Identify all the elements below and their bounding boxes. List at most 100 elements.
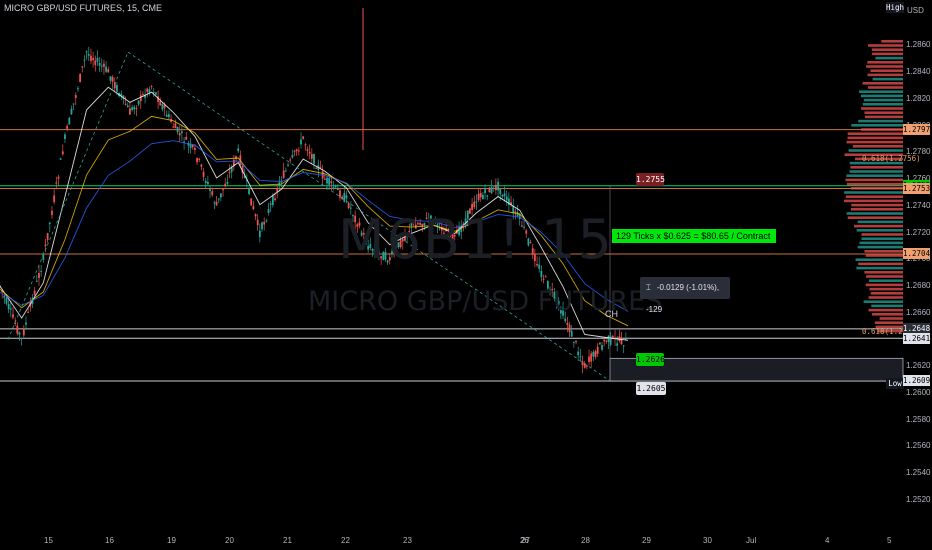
candle-body: [217, 198, 220, 200]
volume-profile-bar: [861, 237, 903, 240]
candle-body: [155, 92, 157, 95]
candle-body: [161, 104, 164, 110]
candle-body: [564, 318, 567, 322]
candle-body: [603, 339, 606, 342]
candle-body: [178, 132, 181, 136]
candle-body: [111, 77, 114, 82]
date-tick-label: 15: [44, 536, 53, 545]
price-tag: 1.2797: [903, 124, 931, 136]
candle-body: [293, 150, 296, 152]
candle-body: [345, 195, 348, 199]
volume-profile-bar: [846, 212, 903, 215]
candle-body: [64, 134, 66, 139]
volume-profile-bar: [861, 128, 903, 131]
candle-body: [304, 144, 307, 146]
date-tick-label: 27: [521, 536, 530, 545]
volume-profile-bar: [851, 124, 903, 127]
candle-body: [22, 328, 25, 336]
volume-profile-bar: [859, 90, 903, 93]
candle-body: [336, 188, 339, 191]
measure-tooltip: ⌶ -0.0129 (-1.01%), -129: [640, 277, 730, 314]
candle-body: [267, 209, 270, 213]
candle-body: [274, 198, 276, 200]
candle-body: [332, 187, 335, 189]
candle-body: [109, 76, 112, 81]
volume-profile-bar: [864, 111, 903, 114]
candle-body: [302, 136, 305, 139]
candle-body: [174, 123, 177, 129]
volume-profile-bar: [865, 254, 903, 257]
candle-body: [590, 353, 593, 362]
candle-body: [306, 149, 309, 151]
candle-body: [176, 126, 179, 133]
candle-body: [343, 192, 346, 202]
volume-profile-bar: [863, 300, 903, 303]
candle-body: [204, 180, 207, 184]
volume-profile-bar: [870, 69, 903, 72]
price-badge-green[interactable]: 1.2626: [636, 353, 665, 366]
candle-body: [271, 195, 274, 205]
price-tick-label: 1.2520: [906, 494, 931, 504]
candle-body: [66, 125, 69, 129]
candle-body: [74, 95, 77, 98]
candle-body: [198, 158, 201, 160]
candle-body: [226, 182, 229, 184]
candle-body: [137, 100, 140, 105]
candle-body: [254, 214, 257, 217]
date-tick-label: 4: [825, 536, 830, 545]
price-tag: 1.2753: [903, 182, 931, 194]
date-tick-label: 28: [581, 536, 590, 545]
candle-body: [51, 210, 53, 215]
candle-body: [287, 164, 289, 166]
volume-profile-bar: [869, 287, 903, 291]
candle-body: [68, 117, 71, 125]
volume-profile-bar: [847, 136, 903, 140]
candle-body: [297, 150, 300, 152]
date-tick-label: 19: [167, 536, 176, 545]
candle-body: [53, 195, 56, 203]
candle-body: [215, 201, 218, 206]
candle-body: [542, 278, 545, 280]
candle-body: [540, 270, 543, 278]
price-tick-label: 1.2780: [906, 147, 931, 157]
candle-body: [200, 164, 203, 167]
volume-profile-bar: [846, 140, 903, 144]
candle-body: [308, 151, 311, 154]
candle-body: [211, 191, 214, 196]
price-badge-red[interactable]: 1.2755: [636, 173, 665, 186]
chart-container[interactable]: M6B1! 15 MICRO GBP/USD FUTURES MICRO GBP…: [0, 0, 932, 550]
price-chart[interactable]: [0, 0, 932, 550]
candle-body: [202, 171, 205, 177]
candle-body: [300, 139, 302, 145]
candle-body: [228, 171, 231, 173]
candle-body: [598, 342, 601, 345]
candle-body: [98, 63, 101, 66]
volume-profile-bar: [864, 250, 903, 253]
candle-body: [486, 195, 489, 197]
volume-profile-bar: [868, 308, 903, 312]
candle-body: [230, 167, 233, 173]
candle-body: [501, 195, 504, 197]
candle-body: [499, 188, 502, 194]
candle-body: [18, 332, 21, 335]
candle-body: [124, 103, 127, 105]
price-tick-label: 1.2560: [906, 441, 931, 451]
candle-body: [594, 351, 597, 358]
candle-body: [146, 88, 149, 92]
price-badge-white[interactable]: 1.2605: [636, 382, 666, 395]
candle-body: [219, 193, 222, 198]
volume-profile-bar: [871, 304, 903, 308]
candle-body: [570, 330, 573, 337]
candle-body: [269, 203, 272, 205]
candle-body: [131, 107, 133, 110]
candle-body: [475, 201, 478, 203]
candle-body: [616, 343, 619, 346]
ticks-calculation-box[interactable]: 129 Ticks x $0.625 = $80.65 / Contract: [612, 229, 776, 243]
volume-profile-bar: [879, 317, 903, 320]
candle-body: [168, 114, 170, 118]
candle-body: [209, 189, 211, 191]
candle-body: [107, 69, 110, 73]
volume-profile-bar: [848, 149, 903, 152]
volume-profile-bar: [863, 98, 903, 102]
candle-body: [326, 177, 328, 184]
